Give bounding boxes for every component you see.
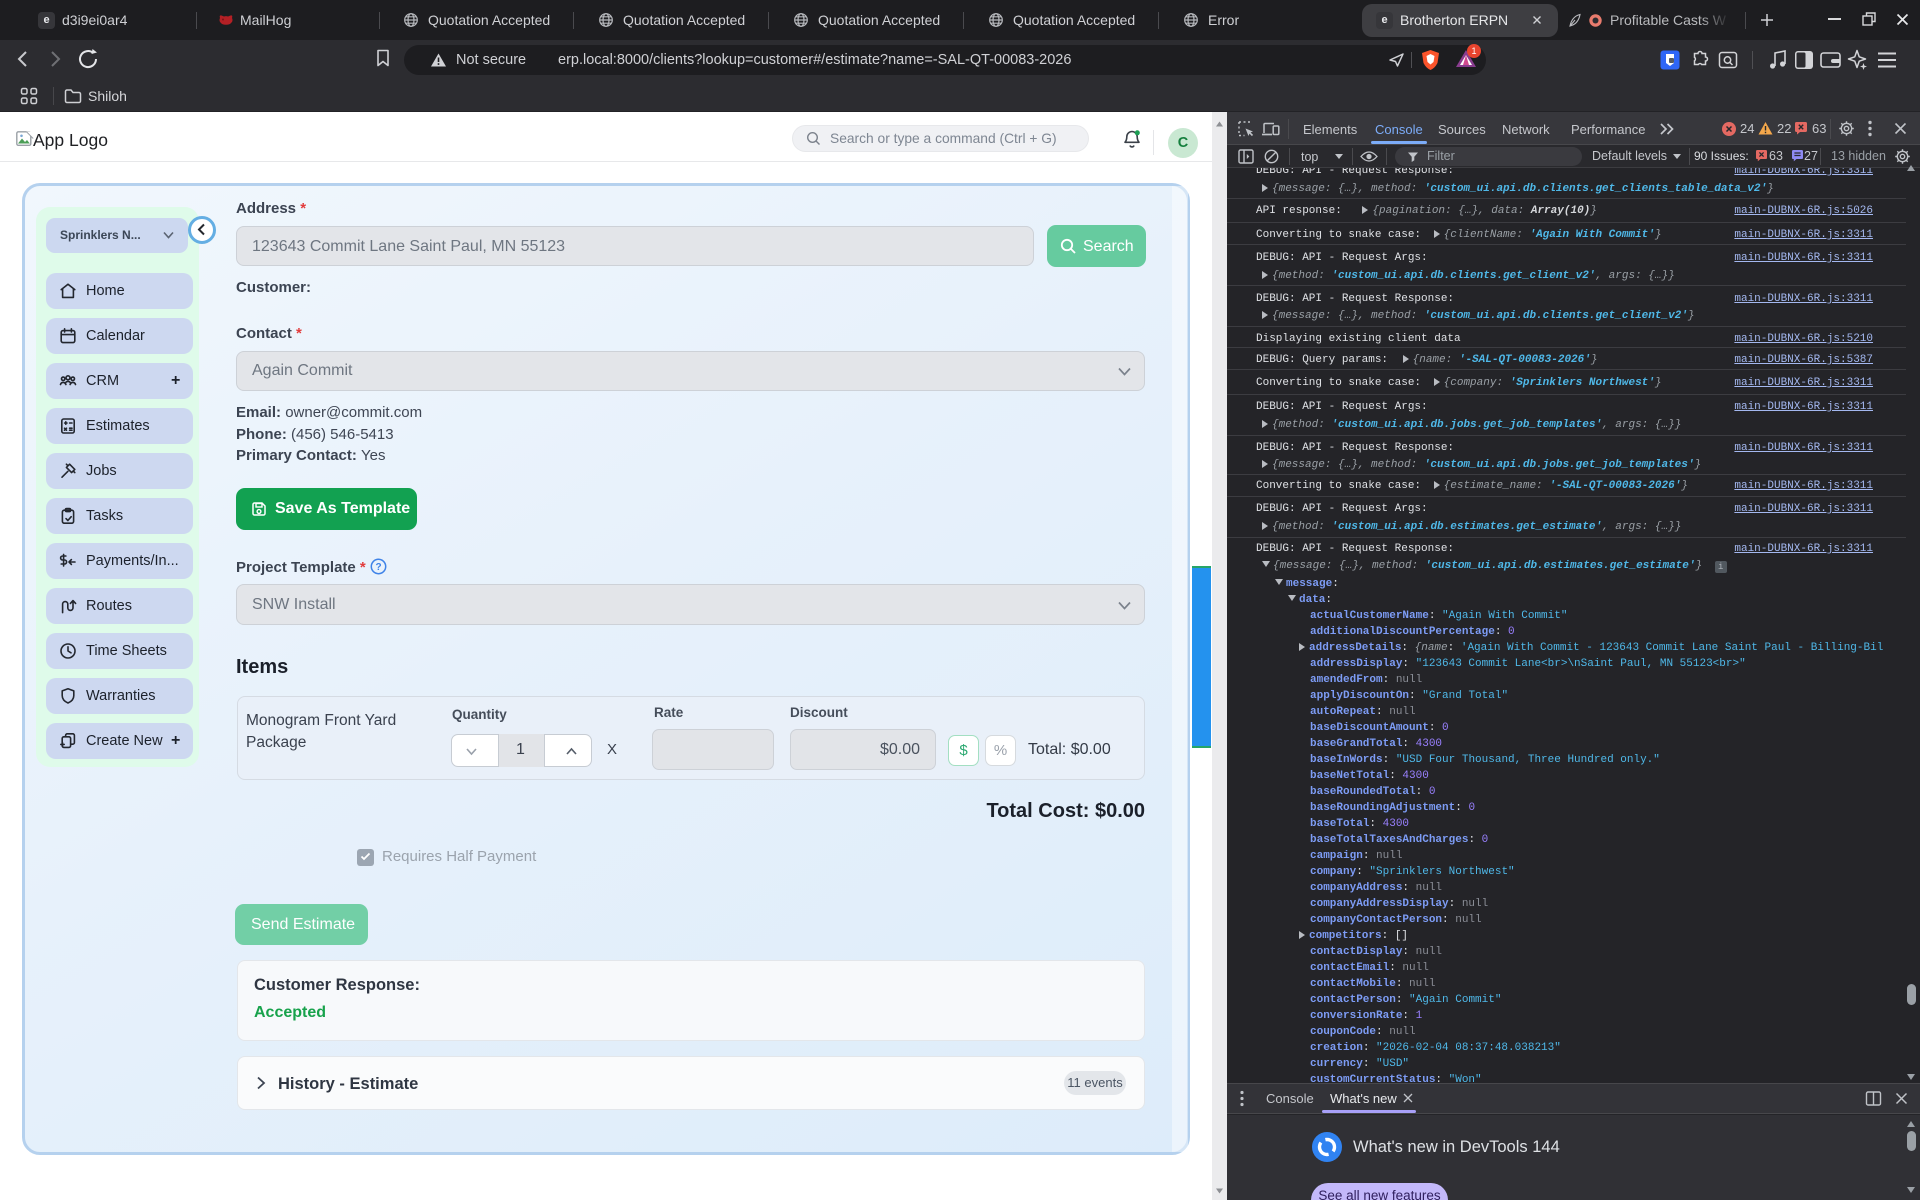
svg-text:?: ? bbox=[375, 562, 381, 573]
